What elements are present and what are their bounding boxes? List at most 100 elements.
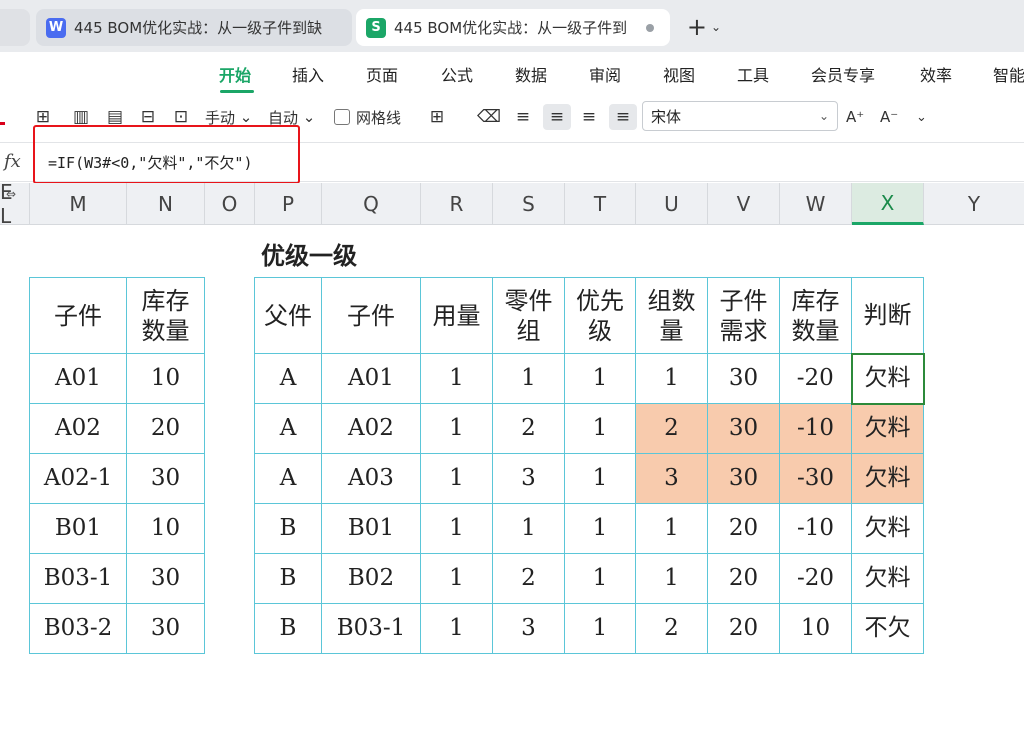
clear-format-icon[interactable]: ⌫ <box>477 104 501 130</box>
cell[interactable]: B03-2 <box>29 603 127 654</box>
cell[interactable]: B03-1 <box>29 553 127 604</box>
cell[interactable]: B03-1 <box>321 603 421 654</box>
menu-page[interactable]: 页面 <box>366 62 398 86</box>
font-grow-button[interactable]: A⁺ <box>846 104 864 130</box>
menu-ai[interactable]: 智能 <box>993 62 1024 86</box>
highlighted-cell[interactable]: -10 <box>779 403 852 454</box>
cell[interactable]: -20 <box>779 353 852 404</box>
cell[interactable]: A03 <box>321 453 421 504</box>
menu-review[interactable]: 审阅 <box>589 62 621 86</box>
cell[interactable]: A02 <box>29 403 127 454</box>
cell[interactable]: 1 <box>564 553 636 604</box>
col-header-P[interactable]: P <box>255 183 322 225</box>
col-header-Y[interactable]: Y <box>924 183 1024 225</box>
tab-spreadsheet[interactable]: S 445 BOM优化实战：从一级子件到 <box>356 9 670 46</box>
col-header-R[interactable]: R <box>421 183 493 225</box>
menu-formulas[interactable]: 公式 <box>441 62 473 86</box>
menu-home[interactable]: 开始 <box>219 62 251 86</box>
cell[interactable]: 1 <box>420 553 493 604</box>
header-cell[interactable]: 零件 组 <box>492 277 565 354</box>
header-cell[interactable]: 库存 数量 <box>126 277 205 354</box>
header-cell[interactable]: 子件 <box>321 277 421 354</box>
tab-writer-doc[interactable]: W 445 BOM优化实战：从一级子件到缺 <box>36 9 352 46</box>
menu-efficiency[interactable]: 效率 <box>920 62 952 86</box>
cell[interactable]: A02-1 <box>29 453 127 504</box>
cell[interactable]: 欠料 <box>851 503 924 554</box>
cell[interactable]: A02 <box>321 403 421 454</box>
col-header-T[interactable]: T <box>565 183 636 225</box>
menu-data[interactable]: 数据 <box>515 62 547 86</box>
cell[interactable]: B <box>254 503 322 554</box>
cell[interactable]: A <box>254 353 322 404</box>
cell[interactable]: 20 <box>707 603 780 654</box>
menu-member[interactable]: 会员专享 <box>811 62 875 86</box>
highlighted-cell[interactable]: -30 <box>779 453 852 504</box>
header-cell[interactable]: 判断 <box>851 277 924 354</box>
cell[interactable]: 30 <box>707 353 780 404</box>
cell[interactable]: 1 <box>564 453 636 504</box>
cell[interactable]: 欠料 <box>851 553 924 604</box>
col-header-X[interactable]: X <box>852 183 924 225</box>
cell[interactable]: B01 <box>29 503 127 554</box>
cell[interactable]: 1 <box>635 353 708 404</box>
col-header-M[interactable]: M <box>30 183 127 225</box>
cell[interactable]: 2 <box>635 603 708 654</box>
font-shrink-button[interactable]: A⁻ <box>880 104 898 130</box>
cell[interactable]: 3 <box>492 603 565 654</box>
highlighted-cell[interactable]: 30 <box>707 403 780 454</box>
cell[interactable]: 1 <box>564 403 636 454</box>
cell[interactable]: 2 <box>492 553 565 604</box>
cell[interactable]: 2 <box>492 403 565 454</box>
cell[interactable]: A <box>254 403 322 454</box>
menu-tools[interactable]: 工具 <box>737 62 769 86</box>
cell[interactable]: -20 <box>779 553 852 604</box>
header-cell[interactable]: 库存 数量 <box>779 277 852 354</box>
col-header-W[interactable]: W <box>780 183 852 225</box>
col-header-S[interactable]: S <box>493 183 565 225</box>
cell[interactable]: 10 <box>779 603 852 654</box>
highlighted-cell[interactable]: 欠料 <box>851 453 924 504</box>
cell[interactable]: 1 <box>635 553 708 604</box>
gridlines-toggle[interactable]: 网格线 <box>334 104 401 130</box>
active-cell[interactable]: 欠料 <box>850 352 925 405</box>
menu-insert[interactable]: 插入 <box>292 62 324 86</box>
cell[interactable]: 30 <box>126 453 205 504</box>
cell[interactable]: 20 <box>707 553 780 604</box>
col-header-N[interactable]: N <box>127 183 205 225</box>
highlighted-cell[interactable]: 2 <box>635 403 708 454</box>
function-icon[interactable]: fx <box>4 151 21 172</box>
cell[interactable]: 1 <box>420 603 493 654</box>
expand-icon[interactable]: ⇔ <box>0 183 22 205</box>
highlighted-cell[interactable]: 3 <box>635 453 708 504</box>
header-cell[interactable]: 用量 <box>420 277 493 354</box>
col-header-O[interactable]: O <box>205 183 255 225</box>
header-cell[interactable]: 组数 量 <box>635 277 708 354</box>
new-tab-button[interactable]: + ⌄ <box>680 12 728 42</box>
col-header-V[interactable]: V <box>708 183 780 225</box>
cell[interactable]: B <box>254 603 322 654</box>
tab-stub[interactable] <box>0 9 30 46</box>
cell[interactable]: 10 <box>126 503 205 554</box>
cell[interactable]: 1 <box>564 603 636 654</box>
cell[interactable]: 1 <box>635 503 708 554</box>
cell[interactable]: 30 <box>126 603 205 654</box>
cell[interactable]: 3 <box>492 453 565 504</box>
borders-icon[interactable]: ⊞ <box>426 104 448 130</box>
more-chevron-icon[interactable]: ⌄ <box>916 104 927 130</box>
cell[interactable]: 不欠 <box>851 603 924 654</box>
font-name-select[interactable]: 宋体 ⌄ <box>642 101 838 131</box>
cell[interactable]: -10 <box>779 503 852 554</box>
cell[interactable]: 30 <box>126 553 205 604</box>
cell[interactable]: 1 <box>492 503 565 554</box>
col-header-U[interactable]: U <box>636 183 708 225</box>
cell[interactable]: 1 <box>420 503 493 554</box>
menu-view[interactable]: 视图 <box>663 62 695 86</box>
align-center-icon[interactable]: ≡ <box>543 104 571 130</box>
cell[interactable]: 1 <box>564 503 636 554</box>
header-cell[interactable]: 子件 需求 <box>707 277 780 354</box>
cell[interactable]: 10 <box>126 353 205 404</box>
cell[interactable]: 1 <box>492 353 565 404</box>
cell[interactable]: 1 <box>420 403 493 454</box>
cell[interactable]: 20 <box>126 403 205 454</box>
header-cell[interactable]: 父件 <box>254 277 322 354</box>
